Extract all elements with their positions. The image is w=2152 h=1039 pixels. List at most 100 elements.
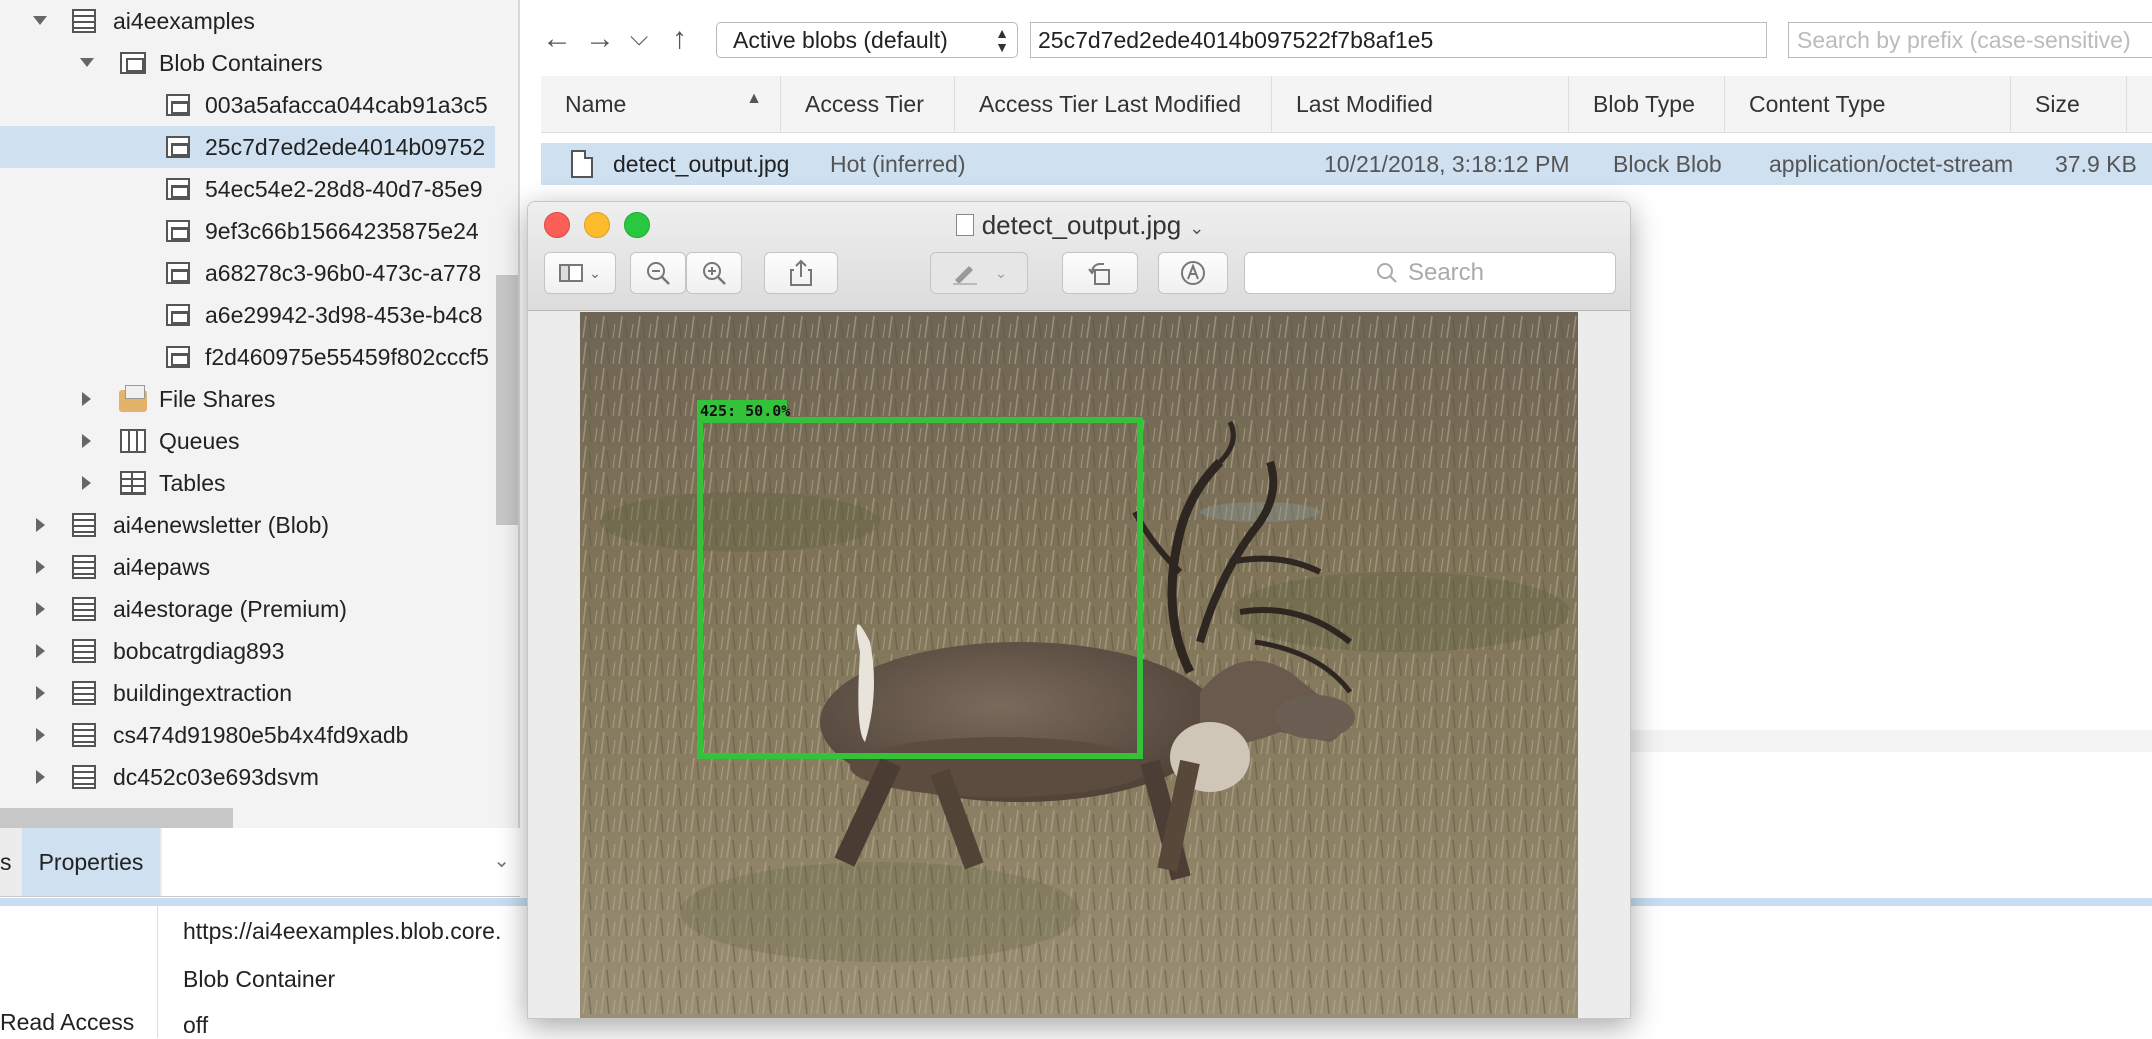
explorer-status-area — [1630, 730, 2152, 752]
property-value: https://ai4eexamples.blob.core. — [183, 918, 502, 944]
expand-arrow-icon[interactable] — [36, 770, 45, 784]
preview-window: detect_output.jpg ⌄ ⌄ ⌄ Search 425: 50.0… — [527, 201, 1631, 1019]
blob-filter-value: Active blobs (default) — [733, 26, 948, 53]
expand-arrow-icon[interactable] — [36, 560, 45, 574]
tree-item-storage-account[interactable]: dc452c03e693dsvm — [0, 756, 495, 798]
tree-item-storage-account[interactable]: buildingextraction — [0, 672, 495, 714]
blob-containers-icon — [120, 52, 146, 74]
tree-item-container[interactable]: f2d460975e55459f802cccf5 — [0, 336, 495, 378]
tree-item-tables[interactable]: Tables — [0, 462, 495, 504]
column-header-name[interactable]: Name ▲ — [541, 76, 781, 132]
table-row[interactable]: detect_output.jpg Hot (inferred) 10/21/2… — [541, 143, 2152, 185]
cell-name: detect_output.jpg — [613, 150, 790, 177]
column-label: Size — [2035, 90, 2080, 117]
tab-properties[interactable]: Properties — [22, 828, 160, 896]
column-label: Content Type — [1749, 90, 1886, 117]
preview-search-field[interactable]: Search — [1244, 252, 1616, 294]
tree-vertical-scrollbar[interactable] — [496, 275, 520, 525]
collapse-arrow-icon[interactable] — [33, 16, 47, 25]
container-icon — [166, 220, 190, 242]
tree-item-label: Tables — [159, 469, 226, 496]
expand-arrow-icon[interactable] — [36, 728, 45, 742]
tree-item-container-selected[interactable]: 25c7d7ed2ede4014b09752 — [0, 126, 495, 168]
back-arrow-icon[interactable]: ← — [542, 22, 572, 56]
column-header-access-tier[interactable]: Access Tier — [781, 76, 955, 132]
path-input[interactable]: 25c7d7ed2ede4014b097522f7b8af1e5 — [1030, 22, 1767, 58]
property-key: Read Access — [0, 1009, 135, 1035]
tree-item-storage-account[interactable]: cs474d91980e5b4x4fd9xadb — [0, 714, 495, 756]
tree-item-container[interactable]: a6e29942-3d98-453e-b4c8 — [0, 294, 495, 336]
tree-item-container[interactable]: 003a5afacca044cab91a3c5 — [0, 84, 495, 126]
rotate-button[interactable] — [1062, 252, 1138, 294]
tree-item-container[interactable]: a68278c3-96b0-473c-a778 — [0, 252, 495, 294]
tree-item-label: buildingextraction — [113, 679, 293, 706]
reindeer-photo: 425: 50.0% — [580, 312, 1578, 1018]
cell-last-modified: 10/21/2018, 3:18:12 PM — [1324, 150, 1570, 177]
expand-arrow-icon[interactable] — [82, 476, 91, 490]
tree-item-label: 54ec54e2-28d8-40d7-85e9 — [205, 175, 483, 202]
preview-image[interactable]: 425: 50.0% — [580, 312, 1578, 1018]
column-header-access-tier-last-modified[interactable]: Access Tier Last Modified — [955, 76, 1272, 132]
storage-account-icon — [72, 597, 96, 621]
up-arrow-icon[interactable]: ↑ — [672, 22, 687, 56]
collapse-arrow-icon[interactable] — [80, 58, 94, 67]
tree-item-storage-account[interactable]: ai4estorage (Premium) — [0, 588, 495, 630]
preview-titlebar[interactable]: detect_output.jpg ⌄ ⌄ ⌄ Search — [528, 202, 1630, 311]
tree-item-storage-account[interactable]: bobcatrgdiag893 — [0, 630, 495, 672]
expand-arrow-icon[interactable] — [36, 602, 45, 616]
blob-filter-select[interactable]: Active blobs (default) ▲ ▼ — [716, 22, 1018, 58]
column-header-size[interactable]: Size — [2011, 76, 2127, 132]
annotate-button[interactable] — [1158, 252, 1228, 294]
expand-arrow-icon[interactable] — [36, 518, 45, 532]
zoom-in-button[interactable] — [686, 252, 742, 294]
tree-item-container[interactable]: 9ef3c66b15664235875e24 — [0, 210, 495, 252]
forward-arrow-icon[interactable]: → — [585, 22, 615, 56]
chevron-down-icon: ⌄ — [493, 850, 510, 872]
tree-horizontal-scrollbar[interactable] — [0, 808, 233, 828]
tree-item-label: cs474d91980e5b4x4fd9xadb — [113, 721, 409, 748]
sidebar-toggle-button[interactable]: ⌄ — [544, 252, 616, 294]
tree-item-label: ai4estorage (Premium) — [113, 595, 347, 622]
tree-item-storage-account[interactable]: ai4enewsletter (Blob) — [0, 504, 495, 546]
column-header-status[interactable]: S — [2127, 76, 2152, 132]
tree-item-storage-account[interactable]: ai4epaws — [0, 546, 495, 588]
cell-blob-type: Block Blob — [1613, 150, 1722, 177]
properties-dropdown[interactable]: ⌄ — [162, 828, 520, 896]
expand-arrow-icon[interactable] — [82, 392, 91, 406]
container-icon — [166, 136, 190, 158]
column-header-last-modified[interactable]: Last Modified — [1272, 76, 1569, 132]
expand-arrow-icon[interactable] — [82, 434, 91, 448]
window-title[interactable]: detect_output.jpg ⌄ — [528, 210, 1630, 241]
expand-arrow-icon[interactable] — [36, 686, 45, 700]
tree-item-blob-containers[interactable]: Blob Containers — [0, 42, 495, 84]
tree-item-label: 003a5afacca044cab91a3c5 — [205, 91, 488, 118]
share-icon — [790, 259, 812, 286]
container-icon — [166, 262, 190, 284]
column-header-content-type[interactable]: Content Type — [1725, 76, 2011, 132]
column-header-blob-type[interactable]: Blob Type — [1569, 76, 1725, 132]
expand-arrow-icon[interactable] — [36, 644, 45, 658]
tree-item-container[interactable]: 54ec54e2-28d8-40d7-85e9 — [0, 168, 495, 210]
sidebar-icon — [559, 264, 584, 282]
tree-item-label: a68278c3-96b0-473c-a778 — [205, 259, 482, 286]
search-placeholder: Search — [1407, 259, 1485, 286]
zoom-out-button[interactable] — [630, 252, 686, 294]
tree-item-label: ai4eexamples — [113, 7, 255, 34]
tab-label: s — [0, 848, 12, 875]
tree-item-label: a6e29942-3d98-453e-b4c8 — [205, 301, 483, 328]
tree-item-file-shares[interactable]: File Shares — [0, 378, 495, 420]
tree-item-queues[interactable]: Queues — [0, 420, 495, 462]
property-value: off — [183, 1012, 209, 1038]
pen-icon — [953, 266, 978, 285]
markup-button[interactable]: ⌄ — [930, 252, 1028, 294]
tree-item-account[interactable]: ai4eexamples — [0, 0, 495, 42]
storage-tree-panel: ai4eexamples Blob Containers 003a5afacca… — [0, 0, 520, 828]
chevron-down-icon: ⌄ — [1189, 218, 1205, 238]
history-dropdown-icon[interactable]: ⌵ — [630, 24, 648, 52]
file-icon — [571, 150, 593, 178]
share-button[interactable] — [764, 252, 838, 294]
prefix-search-input[interactable]: Search by prefix (case-sensitive) — [1788, 22, 2152, 58]
tab-actions[interactable]: s — [0, 828, 14, 896]
chevron-down-icon: ⌄ — [589, 264, 601, 281]
panel-divider[interactable] — [518, 0, 520, 828]
